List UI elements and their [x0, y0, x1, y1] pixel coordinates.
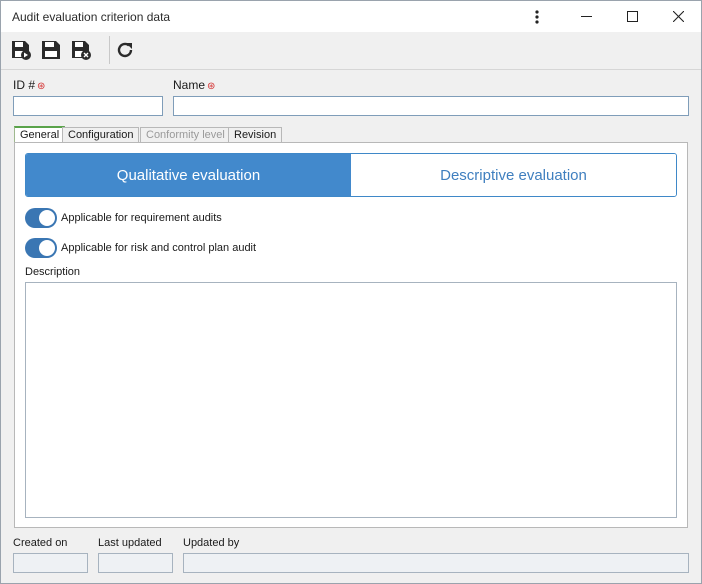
more-options-button[interactable]: [514, 1, 560, 32]
id-label-text: ID #: [13, 78, 36, 92]
dialog-window: Audit evaluation criterion data ID # ⊛ N…: [0, 0, 702, 584]
last-updated-label: Last updated: [98, 537, 162, 549]
close-button[interactable]: [655, 1, 701, 32]
refresh-button[interactable]: [113, 38, 137, 62]
last-updated-field: [98, 553, 173, 573]
created-on-label: Created on: [13, 537, 68, 549]
required-icon: ⊛: [207, 81, 216, 92]
requirement-audits-toggle[interactable]: [25, 208, 57, 228]
updated-by-field: [183, 553, 689, 573]
title-bar: Audit evaluation criterion data: [1, 1, 701, 32]
evaluation-type-selector: Qualitative evaluation Descriptive evalu…: [25, 153, 677, 197]
minimize-button[interactable]: [563, 1, 609, 32]
window-title: Audit evaluation criterion data: [12, 10, 171, 24]
save-and-new-button[interactable]: [9, 38, 33, 62]
updated-by-label: Updated by: [183, 537, 240, 549]
close-icon: [672, 11, 684, 22]
risk-control-plan-toggle-row: Applicable for risk and control plan aud…: [25, 238, 256, 258]
save-icon: [42, 41, 60, 59]
tab-general[interactable]: General: [14, 126, 66, 143]
name-label: Name ⊛: [173, 78, 215, 92]
save-button[interactable]: [39, 38, 63, 62]
description-label: Description: [25, 266, 81, 278]
maximize-icon: [626, 11, 638, 22]
qualitative-evaluation-option[interactable]: Qualitative evaluation: [26, 154, 351, 196]
maximize-button[interactable]: [609, 1, 655, 32]
vertical-ellipsis-icon: [535, 9, 539, 24]
general-tab-panel: Qualitative evaluation Descriptive evalu…: [14, 142, 688, 528]
toolbar: [1, 32, 701, 70]
save-and-new-icon: [12, 41, 31, 60]
risk-control-plan-toggle[interactable]: [25, 238, 57, 258]
tab-revision[interactable]: Revision: [228, 127, 283, 143]
created-on-field: [13, 553, 88, 573]
requirement-audits-toggle-label: Applicable for requirement audits: [61, 212, 222, 224]
name-label-text: Name: [173, 78, 206, 92]
description-textarea[interactable]: [25, 282, 677, 518]
toolbar-separator: [109, 36, 110, 64]
required-icon: ⊛: [37, 81, 46, 92]
save-and-close-icon: [72, 41, 91, 60]
risk-control-plan-toggle-label: Applicable for risk and control plan aud…: [61, 242, 257, 254]
save-and-close-button[interactable]: [69, 38, 93, 62]
descriptive-evaluation-option[interactable]: Descriptive evaluation: [351, 154, 676, 196]
id-field[interactable]: [13, 96, 163, 116]
name-field[interactable]: [173, 96, 689, 116]
refresh-icon: [117, 42, 133, 58]
id-label: ID # ⊛: [13, 78, 45, 92]
minimize-icon: [580, 16, 592, 17]
requirement-audits-toggle-row: Applicable for requirement audits: [25, 208, 222, 228]
tab-configuration[interactable]: Configuration: [62, 127, 140, 143]
tab-conformity-level: Conformity level: [140, 127, 231, 143]
